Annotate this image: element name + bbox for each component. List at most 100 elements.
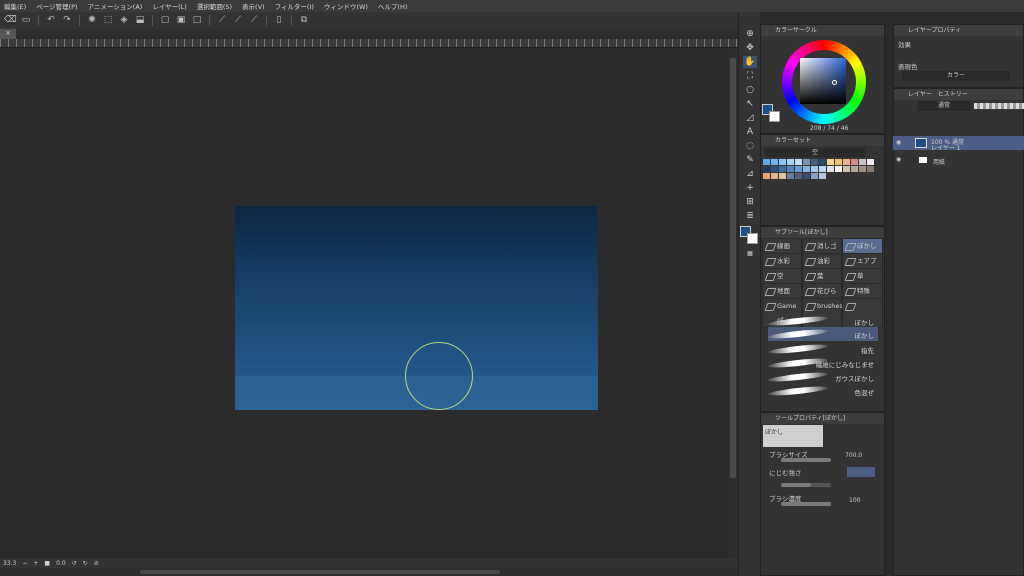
- brush-size-slider[interactable]: [781, 458, 831, 462]
- shrink-selection-icon[interactable]: □: [191, 15, 203, 26]
- density-slider[interactable]: [781, 502, 831, 506]
- brush-item[interactable]: ぼかし: [767, 314, 878, 328]
- color-swatch[interactable]: [779, 159, 786, 165]
- saturation-value-square[interactable]: [800, 58, 846, 104]
- color-swatch[interactable]: [803, 166, 810, 172]
- color-swatch[interactable]: [779, 166, 786, 172]
- color-swatch[interactable]: [827, 159, 834, 165]
- canvas-tab-close[interactable]: ×: [0, 29, 16, 39]
- menu-edit[interactable]: 編集(E): [4, 1, 26, 11]
- scroll-thumb[interactable]: [730, 58, 736, 478]
- blend-mode-dropdown[interactable]: 通常: [918, 101, 970, 111]
- color-swatch[interactable]: [835, 159, 842, 165]
- move-tool-icon[interactable]: ✥: [743, 42, 757, 54]
- tab-layer[interactable]: レイヤー: [908, 91, 932, 98]
- loading-icon[interactable]: ✺: [86, 15, 98, 26]
- color-swatch[interactable]: [827, 166, 834, 172]
- rotation-value[interactable]: 0.0: [56, 560, 66, 567]
- fit-icon[interactable]: ■: [44, 560, 50, 567]
- menu-view[interactable]: 表示(V): [242, 1, 265, 11]
- expression-color-dropdown[interactable]: カラー: [902, 71, 1010, 81]
- menu-filter[interactable]: フィルター(I): [275, 1, 314, 11]
- color-swatch[interactable]: [779, 173, 786, 179]
- menu-window[interactable]: ウィンドウ(W): [324, 1, 368, 11]
- color-swatch[interactable]: [787, 166, 794, 172]
- color-swatch[interactable]: [803, 159, 810, 165]
- color-swatch[interactable]: [811, 166, 818, 172]
- panel-sub-color[interactable]: [769, 111, 780, 122]
- sub-color-swatch[interactable]: [747, 233, 758, 244]
- eye-icon[interactable]: ◉: [896, 156, 901, 163]
- menu-layer[interactable]: レイヤー(L): [152, 1, 187, 11]
- zoom-tool-icon[interactable]: ⊕: [743, 28, 757, 40]
- menu-help[interactable]: ヘルプ(H): [378, 1, 407, 11]
- undo-icon[interactable]: ↶: [45, 15, 57, 26]
- blur-strength-toggle[interactable]: [847, 467, 875, 477]
- group-grass[interactable]: 草: [842, 268, 883, 284]
- tab-history[interactable]: ヒストリー: [938, 91, 968, 98]
- brush-item[interactable]: ガウスぼかし: [767, 370, 878, 384]
- color-swatch[interactable]: [835, 166, 842, 172]
- redo-icon[interactable]: ↷: [61, 15, 73, 26]
- transform-icon[interactable]: ⬚: [102, 15, 114, 26]
- color-set-dropdown[interactable]: 空: [765, 148, 865, 157]
- vertical-scrollbar[interactable]: [728, 48, 738, 558]
- brush-item[interactable]: 繊維にじみなじませ: [767, 356, 878, 370]
- color-swatch[interactable]: [859, 166, 866, 172]
- color-swatch[interactable]: [771, 173, 778, 179]
- menu-page[interactable]: ページ管理(P): [36, 1, 77, 11]
- rotate-left-icon[interactable]: ↺: [72, 560, 77, 567]
- transparent-color-icon[interactable]: ▦: [743, 248, 757, 260]
- figure-tool-icon[interactable]: ⊿: [743, 168, 757, 180]
- rotate-right-icon[interactable]: ↻: [83, 560, 88, 567]
- color-swatch[interactable]: [787, 173, 794, 179]
- menu-selection[interactable]: 選択範囲(S): [197, 1, 232, 11]
- color-swatch[interactable]: [819, 166, 826, 172]
- color-swatch[interactable]: [795, 159, 802, 165]
- pencil-tool-icon[interactable]: ✎: [743, 154, 757, 166]
- clear-icon[interactable]: ⌫: [4, 15, 17, 26]
- snap-ruler-icon[interactable]: ⟋: [216, 15, 228, 26]
- color-swatch[interactable]: [795, 166, 802, 172]
- color-swatch[interactable]: [867, 159, 874, 165]
- frame-tool-icon[interactable]: ⊞: [743, 196, 757, 208]
- fill-tool-icon[interactable]: ⛶: [743, 70, 757, 82]
- layer-row-selected[interactable]: ◉ 100 % 通常 レイヤー 1: [893, 136, 1024, 152]
- color-swatch[interactable]: [843, 159, 850, 165]
- menu-animation[interactable]: アニメーション(A): [88, 1, 143, 11]
- text-tool-icon[interactable]: A: [743, 126, 757, 138]
- snap-grid-icon[interactable]: ⟋: [248, 15, 260, 26]
- color-swatch[interactable]: [771, 159, 778, 165]
- color-swatch[interactable]: [843, 166, 850, 172]
- blur-strength-slider[interactable]: [781, 483, 831, 487]
- color-swatch[interactable]: [811, 173, 818, 179]
- group-sky[interactable]: 空: [762, 268, 802, 284]
- deselect-icon[interactable]: ⬓: [134, 15, 146, 26]
- color-swatch[interactable]: [867, 166, 874, 172]
- brush-size-value[interactable]: 700.0: [845, 452, 862, 459]
- gradient-tool-icon[interactable]: ≣: [743, 210, 757, 222]
- zoom-value[interactable]: 33.3: [3, 560, 16, 567]
- color-swatch[interactable]: [851, 166, 858, 172]
- group-petal[interactable]: 花びら: [802, 283, 842, 299]
- color-swatch[interactable]: [763, 166, 770, 172]
- color-swatch[interactable]: [859, 159, 866, 165]
- color-swatch[interactable]: [787, 159, 794, 165]
- color-picker-handle[interactable]: [832, 80, 837, 85]
- color-swatch[interactable]: [851, 159, 858, 165]
- lasso-tool-icon[interactable]: ◌: [743, 140, 757, 152]
- brush-item[interactable]: 色混ぜ: [767, 384, 878, 398]
- blend-tool-icon[interactable]: ✋: [743, 56, 757, 68]
- smartphone-icon[interactable]: ▯: [273, 15, 285, 26]
- snap-special-ruler-icon[interactable]: ⟋: [232, 15, 244, 26]
- group-special[interactable]: 特殊: [842, 283, 883, 299]
- scroll-thumb[interactable]: [140, 570, 500, 574]
- select-invert-icon[interactable]: ▢: [159, 15, 171, 26]
- density-value[interactable]: 100: [849, 497, 860, 504]
- color-swatch[interactable]: [763, 159, 770, 165]
- bucket-icon[interactable]: ◈: [118, 15, 130, 26]
- zoom-out-icon[interactable]: −: [22, 560, 27, 567]
- horizontal-scrollbar[interactable]: [0, 568, 738, 576]
- layer-row-paper[interactable]: ◉ 用紙: [893, 153, 1024, 167]
- zoom-in-icon[interactable]: +: [33, 560, 38, 567]
